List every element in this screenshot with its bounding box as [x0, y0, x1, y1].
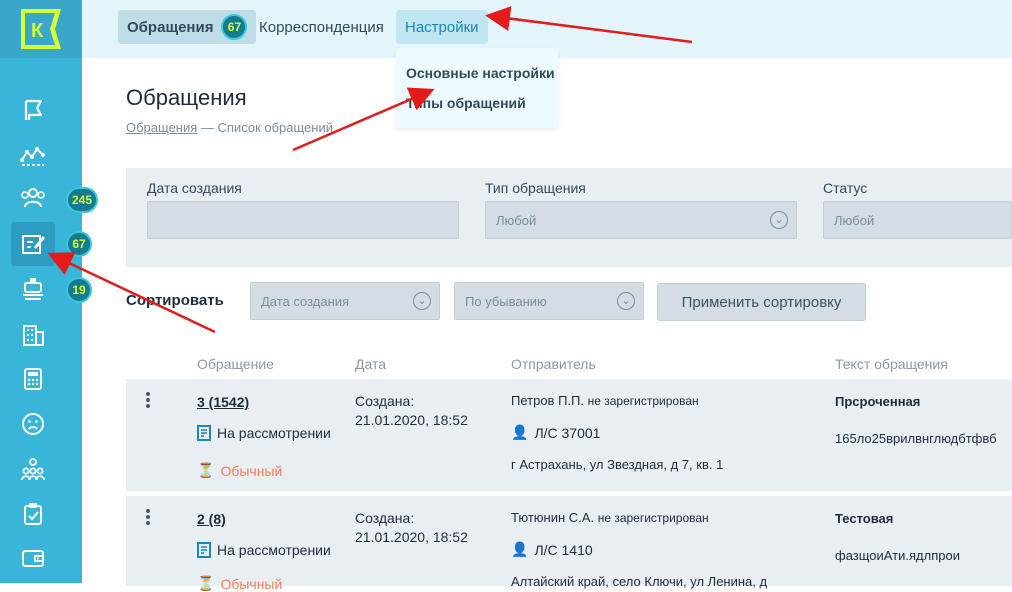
- document-status-icon: [197, 542, 211, 558]
- appeals-badge: 67: [66, 231, 92, 257]
- date-filter-label: Дата создания: [147, 180, 242, 196]
- date-created-label: Создана:: [355, 393, 415, 409]
- status-filter-label: Статус: [823, 180, 868, 196]
- clipboard-check-icon[interactable]: [18, 499, 48, 529]
- col-header-appeal[interactable]: Обращение: [197, 356, 274, 372]
- wallet-icon[interactable]: [18, 543, 48, 573]
- tab-settings-label: Настройки: [405, 18, 479, 36]
- tab-correspondence-label: Корреспонденция: [259, 18, 384, 36]
- chevron-down-icon: ⌄: [617, 292, 635, 310]
- type-filter-select[interactable]: Любой ⌄: [485, 201, 797, 239]
- hourglass-icon: ⏳: [197, 575, 215, 591]
- appeal-priority: ⏳ Обычный: [197, 462, 282, 479]
- sort-order-select[interactable]: По убыванию ⌄: [454, 282, 644, 320]
- date-created-value: 21.01.2020, 18:52: [355, 529, 468, 545]
- date-created-label: Создана:: [355, 510, 415, 526]
- appeal-status: На рассмотрении: [197, 425, 331, 441]
- appeal-text-title: Тестовая: [835, 511, 894, 526]
- appeal-number-link[interactable]: 2 (8): [197, 511, 226, 527]
- chevron-down-icon: ⌄: [770, 211, 788, 229]
- type-filter-label: Тип обращения: [485, 180, 586, 196]
- sort-field-value: Дата создания: [261, 293, 350, 309]
- sender-name: Тютюнин С.А.: [511, 510, 595, 525]
- user-icon: 👤: [511, 541, 529, 557]
- flag-icon[interactable]: [18, 95, 48, 125]
- sender-info: Петров П.П. не зарегистрирован: [511, 393, 699, 408]
- settings-dropdown: Основные настройки Типы обращений: [396, 48, 558, 128]
- type-filter-value: Любой: [496, 212, 537, 228]
- tab-correspondence[interactable]: Корреспонденция: [250, 10, 393, 44]
- sort-label: Сортировать: [126, 292, 224, 309]
- sender-account: 👤 Л/С 37001: [511, 424, 600, 441]
- sort-field-select[interactable]: Дата создания ⌄: [250, 282, 440, 320]
- appeal-text-body: 165ло25врилвнглюдбтфвб: [835, 431, 997, 446]
- col-header-sender[interactable]: Отправитель: [511, 356, 596, 372]
- appeal-priority-label: Обычный: [220, 575, 283, 592]
- date-created-value: 21.01.2020, 18:52: [355, 412, 468, 428]
- date-filter-input[interactable]: [147, 201, 459, 239]
- appeal-status: На рассмотрении: [197, 542, 331, 558]
- appeal-status-label: На рассмотрении: [217, 425, 331, 441]
- edit-icon[interactable]: [18, 229, 48, 259]
- row-menu-icon[interactable]: [146, 509, 150, 527]
- document-status-icon: [197, 425, 211, 441]
- sad-face-icon[interactable]: [18, 409, 48, 439]
- svg-text:К: К: [31, 20, 44, 42]
- analytics-icon[interactable]: [18, 140, 48, 170]
- sender-registration-note: не зарегистрирован: [587, 394, 699, 408]
- tab-appeals-badge: 67: [221, 14, 248, 40]
- sender-registration-note: не зарегистрирован: [597, 511, 709, 525]
- apply-sort-button[interactable]: Применить сортировку: [657, 283, 866, 321]
- sender-info: Тютюнин С.А. не зарегистрирован: [511, 510, 709, 525]
- appeal-priority-label: Обычный: [220, 462, 283, 479]
- sender-account-number: Л/С 1410: [534, 541, 593, 558]
- breadcrumb-link[interactable]: Обращения: [126, 120, 197, 135]
- operator-badge: 19: [66, 277, 92, 303]
- sender-account: 👤 Л/С 1410: [511, 541, 593, 558]
- row-menu-icon[interactable]: [146, 392, 150, 410]
- users-badge: 245: [66, 187, 99, 213]
- page-title: Обращения: [126, 85, 247, 110]
- logo-icon: К: [21, 9, 61, 49]
- appeal-text-title: Прсроченная: [835, 394, 921, 409]
- breadcrumb-current: — Список обращений: [197, 120, 333, 135]
- sender-address: г Астрахань, ул Звездная, д 7, кв. 1: [511, 457, 724, 472]
- sender-name: Петров П.П.: [511, 393, 584, 408]
- tab-settings[interactable]: Настройки: [396, 10, 488, 44]
- building-icon[interactable]: [18, 320, 48, 350]
- sender-address: Алтайский край, село Ключи, ул Ленина, д: [511, 574, 768, 589]
- appeal-priority: ⏳ Обычный: [197, 575, 282, 592]
- dropdown-item-main-settings[interactable]: Основные настройки: [406, 65, 555, 81]
- chevron-down-icon: ⌄: [413, 292, 431, 310]
- tab-appeals[interactable]: Обращения 67: [118, 10, 257, 44]
- operator-icon[interactable]: [18, 274, 48, 304]
- appeal-number-link[interactable]: 3 (1542): [197, 394, 249, 410]
- people-group-icon[interactable]: [18, 454, 48, 484]
- col-header-date[interactable]: Дата: [355, 356, 386, 372]
- col-header-text[interactable]: Текст обращения: [835, 356, 948, 372]
- hourglass-icon: ⏳: [197, 462, 215, 478]
- users-icon[interactable]: [18, 183, 48, 213]
- sort-order-value: По убыванию: [465, 293, 547, 309]
- status-filter-select[interactable]: Любой: [823, 201, 1012, 239]
- sender-account-number: Л/С 37001: [534, 424, 601, 441]
- tab-appeals-label: Обращения: [127, 18, 214, 36]
- logo-box[interactable]: К: [0, 0, 82, 58]
- calculator-icon[interactable]: [18, 364, 48, 394]
- appeal-text-body: фазщоиАти.ядлпрои: [835, 548, 960, 563]
- sidebar: К 245 67 19: [0, 0, 99, 583]
- user-icon: 👤: [511, 424, 529, 440]
- breadcrumb: Обращения — Список обращений: [126, 120, 333, 135]
- dropdown-item-appeal-types[interactable]: Типы обращений: [406, 95, 526, 111]
- status-filter-value: Любой: [834, 212, 875, 228]
- appeal-status-label: На рассмотрении: [217, 542, 331, 558]
